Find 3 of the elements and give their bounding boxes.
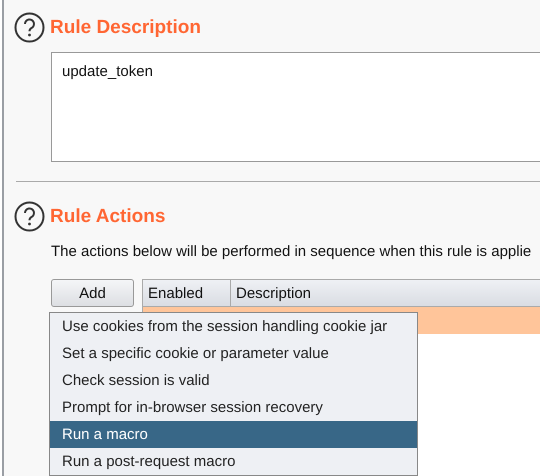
section-title: Rule Actions [50,206,166,228]
section-title: Rule Description [50,16,201,38]
section-description: The actions below will be performed in sequence when this rule is applie [51,243,532,260]
